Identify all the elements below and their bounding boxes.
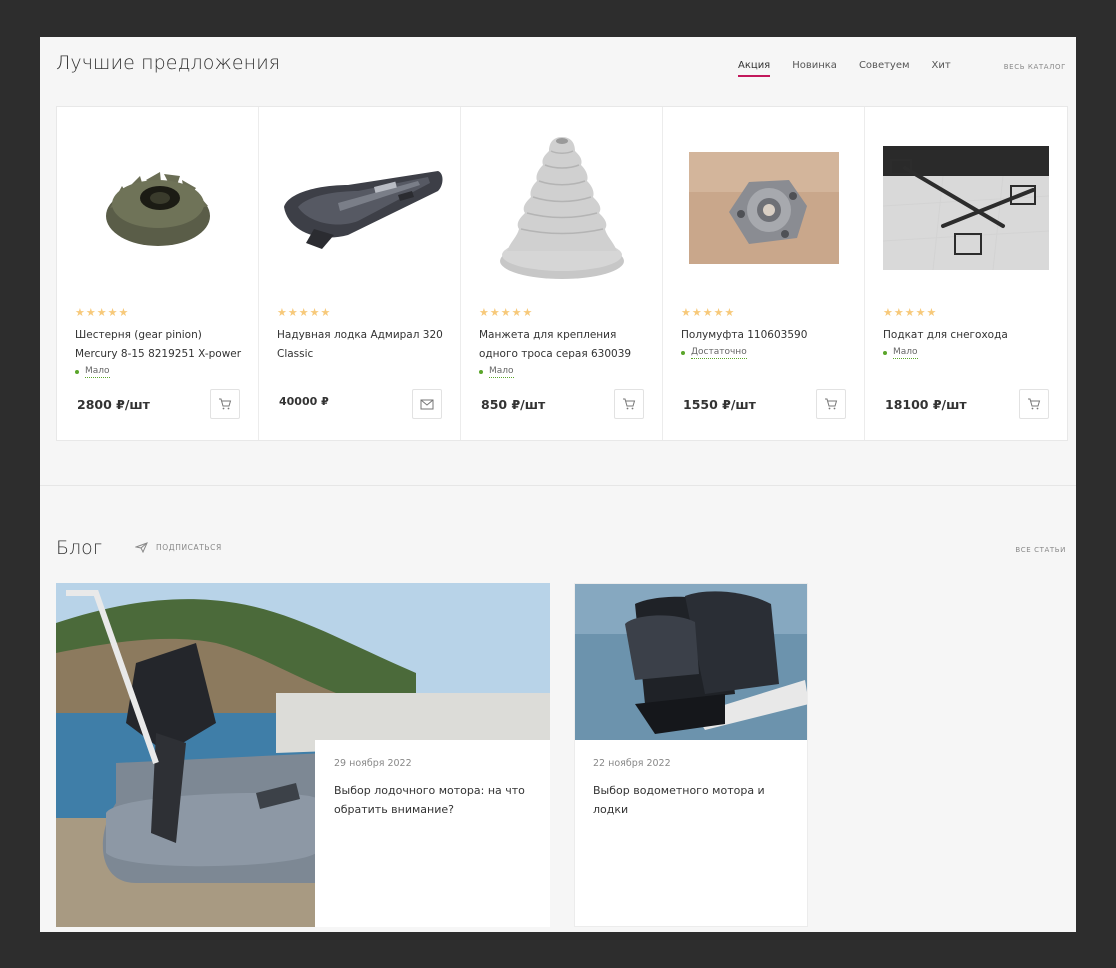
mail-icon (420, 399, 434, 409)
product-card[interactable]: ★ ★ ★ ★ ★ Шестерня (gear pinion) Mercury 8-1… (57, 107, 259, 440)
section-divider (40, 485, 1076, 486)
post-image-suzuki-motors (575, 584, 807, 740)
blog-post-card[interactable]: 22 ноября 2022 Выбор водометного мотора … (574, 583, 808, 927)
product-card[interactable]: ★ ★ ★ ★ ★ Манжета для крепления одного троса… (461, 107, 663, 440)
add-to-cart-button[interactable] (614, 389, 644, 419)
product-price: 850 ₽/шт (481, 397, 546, 412)
cart-icon (219, 398, 232, 410)
product-image-gear[interactable] (73, 123, 243, 293)
post-date: 29 ноября 2022 (334, 758, 412, 769)
post-title[interactable]: Выбор водометного мотора и лодки (593, 781, 789, 819)
stock-status: Мало (883, 347, 918, 359)
subscribe-label: подписаться (156, 543, 222, 552)
tab-novinka[interactable]: Новинка (792, 60, 837, 77)
blog-title: Блог (56, 537, 103, 559)
stock-dot-icon (681, 351, 685, 355)
cart-icon (623, 398, 636, 410)
catalog-link[interactable]: весь каталог (1004, 63, 1066, 71)
rating-stars: ★ ★ ★ ★ ★ (277, 306, 331, 319)
rating-stars: ★ ★ ★ ★ ★ (883, 306, 937, 319)
subscribe-link[interactable]: подписаться (135, 542, 222, 553)
product-name[interactable]: Манжета для крепления одного троса серая… (479, 326, 649, 364)
tab-sovetuem[interactable]: Советуем (859, 60, 910, 77)
cart-icon (825, 398, 838, 410)
stock-status: Мало (75, 366, 110, 378)
offers-title: Лучшие предложения (56, 52, 281, 74)
product-name[interactable]: Шестерня (gear pinion) Mercury 8-15 8219… (75, 326, 245, 364)
product-image-boot[interactable] (477, 123, 647, 293)
stock-status: Мало (479, 366, 514, 378)
product-grid: ★ ★ ★ ★ ★ Шестерня (gear pinion) Mercury 8-1… (56, 106, 1068, 441)
page: Лучшие предложения Акция Новинка Советуе… (40, 37, 1076, 932)
product-card[interactable]: ★ ★ ★ ★ ★ Надувная лодка Адмирал 320 Classic… (259, 107, 461, 440)
post-caption: 22 ноября 2022 Выбор водометного мотора … (575, 740, 807, 837)
product-price: 2800 ₽/шт (77, 397, 150, 412)
post-title[interactable]: Выбор лодочного мотора: на что обратить … (334, 781, 531, 819)
add-to-cart-button[interactable] (1019, 389, 1049, 419)
offer-tabs: Акция Новинка Советуем Хит (738, 60, 973, 77)
product-price: 18100 ₽/шт (885, 397, 967, 412)
stock-dot-icon (75, 370, 79, 374)
rating-stars: ★ ★ ★ ★ ★ (75, 306, 129, 319)
product-image-boat[interactable] (275, 123, 445, 293)
rating-stars: ★ ★ ★ ★ ★ (479, 306, 533, 319)
product-name[interactable]: Надувная лодка Адмирал 320 Classic (277, 326, 447, 364)
cart-icon (1028, 398, 1041, 410)
paper-plane-icon (135, 542, 148, 553)
post-caption: 29 ноября 2022 Выбор лодочного мотора: н… (315, 740, 550, 927)
rating-stars: ★ ★ ★ ★ ★ (681, 306, 735, 319)
product-card[interactable]: ★ ★ ★ ★ ★ Подкат для снегохода Мало 18100 ₽/… (865, 107, 1067, 440)
tab-akciya[interactable]: Акция (738, 60, 771, 77)
stock-dot-icon (479, 370, 483, 374)
product-image-coupling[interactable] (679, 123, 849, 293)
product-price: 40000 ₽ (279, 395, 329, 408)
stock-dot-icon (883, 351, 887, 355)
post-date: 22 ноября 2022 (593, 758, 671, 769)
stock-status: Достаточно (681, 347, 747, 359)
product-price: 1550 ₽/шт (683, 397, 756, 412)
request-price-button[interactable] (412, 389, 442, 419)
add-to-cart-button[interactable] (210, 389, 240, 419)
product-name[interactable]: Подкат для снегохода (883, 326, 1053, 345)
tab-hit[interactable]: Хит (932, 60, 951, 77)
all-articles-link[interactable]: все статьи (1015, 546, 1066, 554)
add-to-cart-button[interactable] (816, 389, 846, 419)
product-name[interactable]: Полумуфта 110603590 (681, 326, 851, 345)
blog-post-card[interactable]: 29 ноября 2022 Выбор лодочного мотора: н… (56, 583, 550, 927)
product-card[interactable]: ★ ★ ★ ★ ★ Полумуфта 110603590 Достаточно 155… (663, 107, 865, 440)
product-image-dolly[interactable] (881, 123, 1051, 293)
